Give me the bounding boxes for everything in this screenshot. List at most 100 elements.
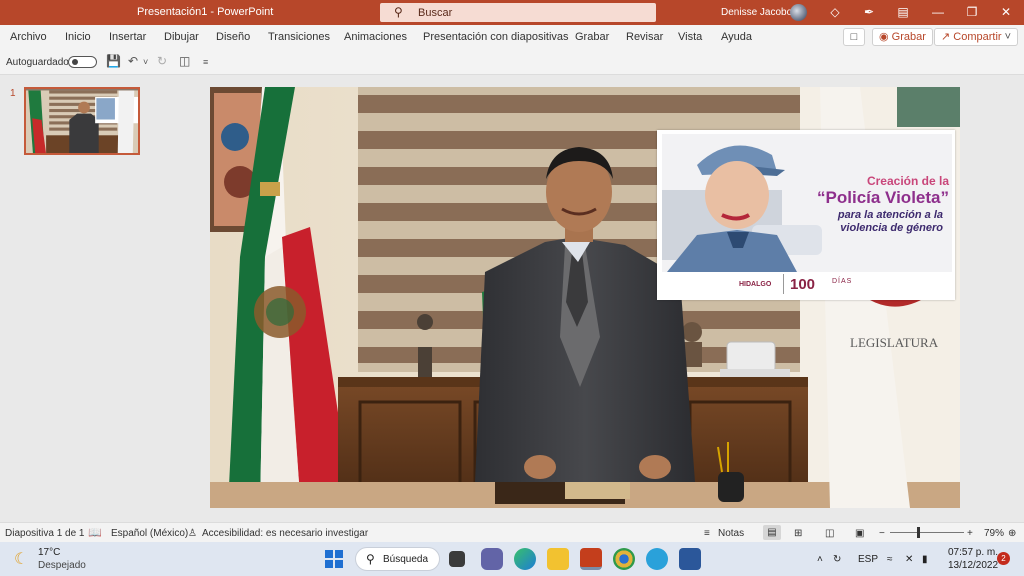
logo-divider [783, 274, 784, 294]
weather-condition[interactable]: Despejado [38, 560, 86, 571]
chrome-icon[interactable] [613, 548, 635, 570]
taskbar: ☾ 17°C Despejado ⚲ Búsqueda ˄ ↻ ESP ≈ ✕ … [0, 542, 1024, 576]
share-button[interactable]: ↗ Compartir ˅ [934, 28, 1019, 46]
record-button[interactable]: ◉ Grabar [872, 28, 933, 46]
accessibility-status[interactable]: Accesibilidad: es necesario investigar [202, 528, 368, 539]
search-icon: ⚲ [394, 5, 403, 19]
pen-icon[interactable]: ✒ [860, 4, 878, 21]
keyboard-language[interactable]: ESP [858, 554, 878, 565]
share-icon: ↗ [941, 31, 951, 43]
record-icon: ◉ [879, 31, 889, 43]
present-icon[interactable]: ◫ [179, 54, 190, 68]
banner-footer: HIDALGO 100 DÍAS [657, 272, 955, 300]
logo-dias: DÍAS [832, 278, 853, 285]
zoom-slider-thumb[interactable] [917, 527, 920, 538]
slide-sorter-icon[interactable]: ⊞ [794, 528, 802, 539]
comments-button[interactable]: □ [843, 28, 865, 46]
weather-temperature[interactable]: 17°C [38, 547, 60, 558]
wifi-icon[interactable]: ≈ [887, 554, 893, 565]
tab-inicio[interactable]: Inicio [65, 31, 91, 43]
sync-icon[interactable]: ↻ [833, 554, 841, 565]
tab-diseno[interactable]: Diseño [216, 31, 250, 43]
powerpoint-icon[interactable] [580, 548, 602, 570]
volume-muted-icon[interactable]: ✕ [905, 554, 913, 565]
search-placeholder: Buscar [418, 7, 453, 19]
avatar[interactable] [790, 4, 807, 21]
clock-date[interactable]: 13/12/2022 [948, 560, 998, 571]
autosave-label: Autoguardado [6, 57, 69, 68]
telegram-icon[interactable] [646, 548, 668, 570]
close-icon[interactable]: ✕ [997, 4, 1015, 21]
user-name[interactable]: Denisse Jacobo [721, 7, 792, 18]
chevron-down-icon: ˅ [1004, 31, 1012, 43]
battery-icon[interactable]: ▮ [922, 554, 928, 565]
policia-violeta-banner[interactable]: Creación de la “Policía Violeta” para la… [657, 130, 955, 300]
word-icon[interactable] [679, 548, 701, 570]
reading-view-icon[interactable]: ◫ [825, 528, 834, 539]
accessibility-icon: ♙ [188, 528, 197, 539]
notification-badge[interactable]: 2 [997, 552, 1010, 565]
minimize-icon[interactable]: — [929, 4, 947, 21]
taskbar-search[interactable]: ⚲ Búsqueda [355, 547, 440, 571]
ribbon-tabs: Archivo Inicio Insertar Dibujar Diseño T… [0, 25, 1024, 49]
edge-icon[interactable] [514, 548, 536, 570]
status-bar: Diapositiva 1 de 1 📖 Español (México) ♙ … [0, 522, 1024, 542]
normal-view-icon[interactable]: ▤ [763, 525, 781, 540]
slideshow-icon[interactable]: ▣ [855, 528, 864, 539]
tab-dibujar[interactable]: Dibujar [164, 31, 199, 43]
window-title: Presentación1 - PowerPoint [137, 6, 274, 18]
banner-title-line1: Creación de la [866, 174, 949, 188]
customize-toolbar-icon[interactable]: ≡ [203, 57, 208, 67]
wall-legislatura-text: LEGISLATURA [850, 335, 939, 350]
restore-icon[interactable]: ❐ [963, 4, 981, 21]
task-view-icon[interactable] [449, 551, 465, 567]
quick-access-toolbar: Autoguardado 💾 ↶ ˅ ↻ ◫ ≡ [0, 49, 1024, 75]
fit-slide-icon[interactable]: ⊕ [1008, 528, 1016, 539]
slide-thumbnail[interactable] [24, 87, 140, 155]
undo-dropdown-icon[interactable]: ˅ [143, 57, 148, 67]
slide-count: Diapositiva 1 de 1 [5, 528, 85, 539]
clock-time[interactable]: 07:57 p. m. [948, 547, 998, 558]
zoom-slider[interactable] [890, 532, 964, 533]
banner-subtitle-line1: para la atención a la [837, 209, 943, 221]
search-icon: ⚲ [366, 552, 375, 566]
slide-canvas[interactable]: LEGISLATURA Creación de la “Policía Viol… [210, 87, 960, 508]
tab-ayuda[interactable]: Ayuda [721, 31, 752, 43]
zoom-out-icon[interactable]: − [879, 528, 885, 539]
slide-number: 1 [10, 88, 16, 99]
redo-icon[interactable]: ↻ [157, 54, 167, 68]
windows-start-icon[interactable] [325, 550, 343, 568]
banner-title-line2: “Policía Violeta” [817, 188, 949, 207]
tab-vista[interactable]: Vista [678, 31, 702, 43]
logo-100: 100 [790, 276, 816, 293]
ribbon-display-icon[interactable]: ▤ [894, 4, 912, 21]
tab-transiciones[interactable]: Transiciones [268, 31, 330, 43]
notes-button[interactable]: Notas [718, 528, 744, 539]
book-icon[interactable]: 📖 [88, 526, 102, 539]
title-bar: Presentación1 - PowerPoint ⚲ Buscar Deni… [0, 0, 1024, 25]
chevron-up-icon[interactable]: ˄ [817, 554, 823, 565]
tab-revisar[interactable]: Revisar [626, 31, 663, 43]
save-icon[interactable]: 💾 [106, 54, 121, 68]
teams-icon[interactable] [481, 548, 503, 570]
notes-icon: ≡ [704, 528, 710, 539]
tab-archivo[interactable]: Archivo [10, 31, 47, 43]
zoom-level[interactable]: 79% [984, 528, 1004, 539]
tab-presentacion[interactable]: Presentación con diapositivas [423, 31, 569, 43]
file-explorer-icon[interactable] [547, 548, 569, 570]
slide-thumbnails-pane: 1 [0, 76, 155, 522]
moon-weather-icon[interactable]: ☾ [14, 549, 28, 569]
tab-animaciones[interactable]: Animaciones [344, 31, 407, 43]
undo-icon[interactable]: ↶ [128, 54, 138, 68]
diamond-icon[interactable]: ◇ [826, 4, 844, 21]
thumbnail-image [26, 90, 138, 153]
autosave-toggle[interactable] [68, 56, 97, 68]
hidalgo-logo: HIDALGO [739, 281, 772, 288]
zoom-in-icon[interactable]: + [967, 528, 973, 539]
share-button-label: Compartir [953, 31, 1002, 43]
tab-insertar[interactable]: Insertar [109, 31, 146, 43]
search-box[interactable]: ⚲ Buscar [380, 3, 656, 22]
banner-subtitle-line2: violencia de género [840, 222, 943, 234]
language-status[interactable]: Español (México) [111, 528, 188, 539]
tab-grabar[interactable]: Grabar [575, 31, 609, 43]
